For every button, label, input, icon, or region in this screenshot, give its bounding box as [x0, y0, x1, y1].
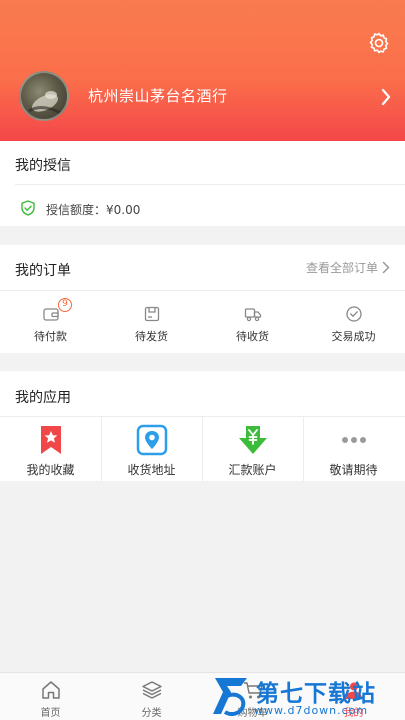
tab-label: 购物车 [237, 708, 268, 719]
app-coming-soon[interactable]: 敬请期待 [303, 417, 404, 481]
app-label: 我的收藏 [26, 463, 75, 477]
avatar-image [28, 91, 62, 115]
app-label: 敬请期待 [329, 463, 378, 477]
view-all-orders-label: 查看全部订单 [305, 261, 378, 275]
gear-icon[interactable] [367, 31, 391, 55]
more-dots-icon [341, 437, 366, 443]
check-circle-icon [345, 306, 362, 322]
truck-icon [244, 308, 261, 322]
divider [15, 184, 405, 185]
cart-icon [243, 682, 263, 699]
orders-title: 我的订单 [15, 263, 71, 279]
yen-download-icon [238, 426, 267, 454]
tab-label: 首页 [40, 708, 61, 719]
bottom-tab-bar: 首页 分类 购物车 我的 [0, 672, 405, 720]
location-pin-icon [136, 424, 167, 456]
divider [0, 290, 405, 291]
pending-payment-badge: 9 [58, 298, 72, 312]
order-status-completed[interactable]: 交易成功 [303, 302, 404, 347]
layers-icon [141, 681, 162, 699]
user-icon [345, 682, 362, 699]
avatar[interactable] [19, 71, 69, 121]
box-icon [144, 306, 159, 322]
tab-cart[interactable]: 购物车 [202, 673, 303, 720]
apps-title: 我的应用 [15, 390, 71, 406]
home-icon [41, 681, 60, 699]
tab-label: 我的 [343, 708, 364, 719]
app-favorites[interactable]: 我的收藏 [0, 417, 101, 481]
tab-mine[interactable]: 我的 [303, 673, 404, 720]
shield-check-icon [21, 200, 35, 216]
app-shipping-address[interactable]: 收货地址 [101, 417, 202, 481]
chevron-right-icon[interactable] [381, 88, 391, 106]
credit-limit-label: 授信额度：¥0.00 [46, 203, 141, 217]
chevron-right-icon [382, 261, 390, 274]
credit-title: 我的授信 [15, 158, 71, 174]
app-remittance-account[interactable]: 汇款账户 [202, 417, 303, 481]
order-status-label: 待发货 [135, 330, 168, 343]
order-status-label: 待付款 [34, 330, 67, 343]
app-label: 收货地址 [127, 463, 176, 477]
tab-label: 分类 [141, 708, 162, 719]
bookmark-star-icon [40, 426, 61, 454]
tab-category[interactable]: 分类 [101, 673, 202, 720]
order-status-label: 待收货 [236, 330, 269, 343]
order-status-label: 交易成功 [331, 330, 376, 343]
order-status-pending-receipt[interactable]: 待收货 [202, 302, 303, 347]
shop-name[interactable]: 杭州崇山茅台名酒行 [88, 85, 228, 106]
order-status-pending-shipment[interactable]: 待发货 [101, 302, 202, 347]
app-label: 汇款账户 [228, 463, 277, 477]
order-status-pending-payment[interactable]: 9 待付款 [0, 298, 101, 347]
view-all-orders-link[interactable]: 查看全部订单 [306, 259, 390, 276]
wallet-icon [42, 308, 59, 321]
profile-header: 杭州崇山茅台名酒行 [0, 0, 405, 141]
tab-home[interactable]: 首页 [0, 673, 101, 720]
